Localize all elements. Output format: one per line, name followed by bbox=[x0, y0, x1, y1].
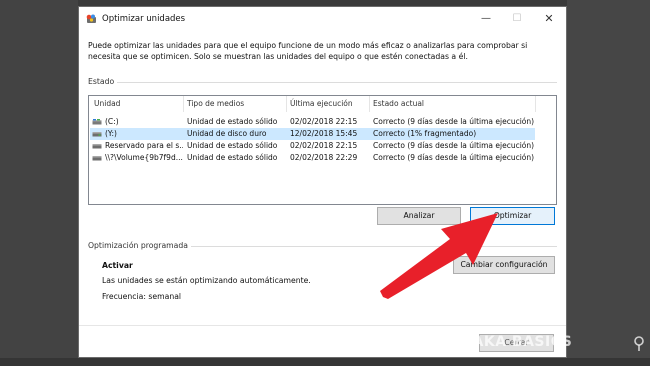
window-title: Optimizar unidades bbox=[102, 14, 186, 24]
xataka-watermark: XATAKA BASICS bbox=[442, 334, 647, 356]
scheduled-separator bbox=[191, 246, 557, 247]
column-header-status[interactable]: Estado actual bbox=[373, 99, 424, 108]
column-header-unit[interactable]: Unidad bbox=[94, 99, 120, 108]
drive-last-run: 12/02/2018 15:45 bbox=[290, 129, 358, 138]
schedule-state: Activar bbox=[102, 261, 133, 270]
drive-media: Unidad de estado sólido bbox=[187, 117, 278, 126]
defrag-app-icon bbox=[86, 14, 96, 23]
title-bar[interactable]: Optimizar unidades — ☐ ✕ bbox=[79, 7, 566, 33]
drive-row-c[interactable]: (C:) Unidad de estado sólido 02/02/2018 … bbox=[90, 116, 535, 128]
drive-last-run: 02/02/2018 22:29 bbox=[290, 153, 358, 162]
ssd-drive-icon bbox=[92, 119, 102, 125]
drive-unit: (Y:) bbox=[105, 129, 117, 138]
drive-unit: (C:) bbox=[105, 117, 119, 126]
close-window-button[interactable]: ✕ bbox=[534, 7, 564, 31]
schedule-detail: Las unidades se están optimizando automá… bbox=[102, 276, 311, 285]
column-divider[interactable] bbox=[286, 96, 287, 112]
description-text: Puede optimizar las unidades para que el… bbox=[88, 41, 528, 61]
drives-list[interactable]: Unidad Tipo de medios Última ejecución E… bbox=[88, 95, 557, 205]
drive-status: Correcto (9 días desde la última ejecuci… bbox=[373, 153, 535, 162]
status-section-label: Estado bbox=[88, 77, 115, 86]
drive-status: Correcto (9 días desde la última ejecuci… bbox=[373, 141, 535, 150]
drive-last-run: 02/02/2018 22:15 bbox=[290, 117, 358, 126]
drive-media: Unidad de estado sólido bbox=[187, 153, 278, 162]
column-divider[interactable] bbox=[183, 96, 184, 112]
scheduled-section-label: Optimización programada bbox=[88, 241, 188, 250]
desktop-background-bottom bbox=[0, 358, 650, 366]
column-header-last-run[interactable]: Última ejecución bbox=[290, 99, 353, 108]
desktop-background-right bbox=[567, 0, 650, 366]
drive-last-run: 02/02/2018 22:15 bbox=[290, 141, 358, 150]
drive-row-reserved[interactable]: Reservado para el s... Unidad de estado … bbox=[90, 140, 535, 152]
minimize-button[interactable]: — bbox=[471, 7, 501, 31]
red-pointer-arrow-icon bbox=[380, 213, 498, 299]
footer-separator bbox=[79, 325, 566, 326]
status-separator bbox=[117, 82, 557, 83]
schedule-frequency: Frecuencia: semanal bbox=[102, 292, 182, 301]
map-pin-icon bbox=[634, 336, 644, 351]
column-header-media[interactable]: Tipo de medios bbox=[187, 99, 244, 108]
drive-media: Unidad de estado sólido bbox=[187, 141, 278, 150]
drive-row-volume[interactable]: \\?\Volume{9b7f9d... Unidad de estado só… bbox=[90, 152, 535, 164]
list-header: Unidad Tipo de medios Última ejecución E… bbox=[89, 96, 556, 112]
drive-unit: Reservado para el s... bbox=[105, 141, 183, 150]
maximize-button[interactable]: ☐ bbox=[502, 7, 532, 31]
ssd-drive-icon bbox=[92, 156, 102, 161]
watermark-text: XATAKA BASICS bbox=[442, 334, 573, 350]
drive-media: Unidad de disco duro bbox=[187, 129, 267, 138]
column-divider[interactable] bbox=[535, 96, 536, 112]
ssd-drive-icon bbox=[92, 144, 102, 149]
optimize-drives-window: Optimizar unidades — ☐ ✕ Puede optimizar… bbox=[78, 6, 567, 358]
drive-status: Correcto (9 días desde la última ejecuci… bbox=[373, 117, 535, 126]
hdd-drive-icon bbox=[92, 132, 102, 137]
drive-unit: \\?\Volume{9b7f9d... bbox=[105, 153, 183, 162]
drive-row-y[interactable]: (Y:) Unidad de disco duro 12/02/2018 15:… bbox=[90, 128, 535, 140]
column-divider[interactable] bbox=[369, 96, 370, 112]
drive-status: Correcto (1% fragmentado) bbox=[373, 129, 477, 138]
desktop-background-left bbox=[0, 0, 78, 366]
